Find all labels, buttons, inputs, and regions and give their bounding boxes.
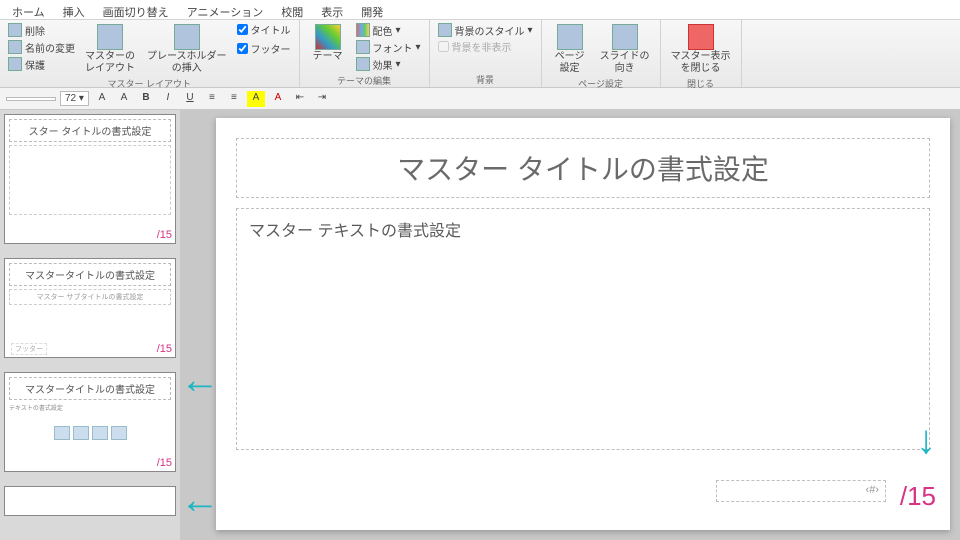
colors-icon (356, 23, 370, 37)
placeholder-icon (174, 24, 200, 50)
chevron-down-icon: ▾ (396, 59, 401, 70)
group-theme: テーマ 配色▾ フォント▾ 効果▾ テーマの編集 (300, 20, 430, 87)
page-badge: /15 (157, 343, 172, 355)
ribbon: 削除 名前の変更 保護 マスターの レイアウト プレースホルダー の挿入 タイト… (0, 20, 960, 88)
page-number-label: /15 (900, 481, 936, 512)
orientation-button[interactable]: スライドの 向き (596, 22, 654, 76)
slide-editor[interactable]: マスター タイトルの書式設定 マスター テキストの書式設定 ‹#› /15 ← … (180, 110, 960, 540)
hide-bg-checkbox[interactable]: 背景を非表示 (436, 39, 535, 54)
layout-icon (97, 24, 123, 50)
group-page-setup: ページ 設定 スライドの 向き ページ設定 (542, 20, 661, 87)
bg-icon (438, 23, 452, 37)
align-center-button[interactable]: ≡ (225, 91, 243, 107)
tab-insert[interactable]: 挿入 (55, 2, 93, 19)
page-setup-icon (557, 24, 583, 50)
fonts-button[interactable]: フォント▾ (354, 39, 423, 56)
font-select[interactable] (6, 97, 56, 101)
grow-font-button[interactable]: A (93, 91, 111, 107)
group-background: 背景のスタイル▾ 背景を非表示 背景 (430, 20, 542, 87)
tab-developer[interactable]: 開発 (353, 2, 391, 19)
underline-button[interactable]: U (181, 91, 199, 107)
italic-button[interactable]: I (159, 91, 177, 107)
page-badge: /15 (157, 229, 172, 241)
orientation-icon (612, 24, 638, 50)
page-badge: /15 (157, 457, 172, 469)
page-setup-button[interactable]: ページ 設定 (548, 22, 592, 76)
fonts-icon (356, 40, 370, 54)
thumb-layout-3[interactable] (4, 486, 176, 516)
shrink-font-button[interactable]: A (115, 91, 133, 107)
thumb-master[interactable]: スター タイトルの書式設定 /15 (4, 114, 176, 244)
insert-placeholder-button[interactable]: プレースホルダー の挿入 (143, 22, 231, 76)
align-left-button[interactable]: ≡ (203, 91, 221, 107)
highlight-button[interactable]: A (247, 91, 265, 107)
delete-icon (8, 23, 22, 37)
body-placeholder[interactable]: マスター テキストの書式設定 (236, 208, 930, 450)
indent-left-button[interactable]: ⇤ (291, 91, 309, 107)
font-size-select[interactable]: 72 ▾ (60, 91, 89, 106)
title-checkbox[interactable]: タイトル (235, 22, 293, 37)
group-caption: マスター レイアウト (6, 76, 293, 90)
close-icon (688, 24, 714, 50)
tab-animations[interactable]: アニメーション (179, 2, 272, 19)
ribbon-tabs: ホーム 挿入 画面切り替え アニメーション 校閲 表示 開発 (0, 0, 960, 20)
group-caption: ページ設定 (548, 76, 654, 90)
annotation-arrow-icon: ↓ (916, 420, 936, 460)
group-caption: 背景 (436, 72, 535, 86)
close-master-button[interactable]: マスター表示 を閉じる (667, 22, 735, 76)
tab-review[interactable]: 校閲 (273, 2, 311, 19)
group-edit-master: 削除 名前の変更 保護 マスターの レイアウト プレースホルダー の挿入 タイト… (0, 20, 300, 87)
annotation-arrow-icon: ← (180, 360, 220, 400)
slide-master-panel[interactable]: スター タイトルの書式設定 /15 マスタータイトルの書式設定 マスター サブタ… (0, 110, 180, 540)
chevron-down-icon: ▾ (528, 25, 533, 36)
bg-styles-button[interactable]: 背景のスタイル▾ (436, 22, 535, 39)
font-color-button[interactable]: A (269, 91, 287, 107)
footer-checkbox[interactable]: フッター (235, 41, 293, 56)
colors-button[interactable]: 配色▾ (354, 22, 423, 39)
themes-icon (315, 24, 341, 50)
effects-icon (356, 57, 370, 71)
group-close: マスター表示 を閉じる 閉じる (661, 20, 742, 87)
rename-button[interactable]: 名前の変更 (6, 39, 77, 56)
group-caption: テーマの編集 (306, 73, 423, 87)
tab-transitions[interactable]: 画面切り替え (95, 2, 177, 19)
annotation-arrow-icon: ← (180, 480, 220, 520)
font-toolbar: 72 ▾ A A B I U ≡ ≡ A A ⇤ ⇥ (0, 88, 960, 110)
bold-button[interactable]: B (137, 91, 155, 107)
rename-icon (8, 40, 22, 54)
themes-button[interactable]: テーマ (306, 22, 350, 65)
chevron-down-icon: ▾ (416, 42, 421, 53)
preserve-button[interactable]: 保護 (6, 56, 77, 73)
slide-canvas[interactable]: マスター タイトルの書式設定 マスター テキストの書式設定 ‹#› /15 (216, 118, 950, 530)
workspace: スター タイトルの書式設定 /15 マスタータイトルの書式設定 マスター サブタ… (0, 110, 960, 540)
effects-button[interactable]: 効果▾ (354, 56, 423, 73)
footer-placeholder[interactable]: ‹#› (716, 480, 886, 502)
title-placeholder[interactable]: マスター タイトルの書式設定 (236, 138, 930, 198)
thumb-layout-2[interactable]: マスタータイトルの書式設定 テキストの書式設定 /15 (4, 372, 176, 472)
master-layout-button[interactable]: マスターの レイアウト (81, 22, 139, 76)
group-caption: 閉じる (667, 76, 735, 90)
tab-home[interactable]: ホーム (4, 2, 53, 19)
chevron-down-icon: ▾ (396, 25, 401, 36)
tab-view[interactable]: 表示 (313, 2, 351, 19)
delete-button[interactable]: 削除 (6, 22, 77, 39)
thumb-layout-1[interactable]: マスタータイトルの書式設定 マスター サブタイトルの書式設定 フッター /15 (4, 258, 176, 358)
preserve-icon (8, 57, 22, 71)
indent-right-button[interactable]: ⇥ (313, 91, 331, 107)
